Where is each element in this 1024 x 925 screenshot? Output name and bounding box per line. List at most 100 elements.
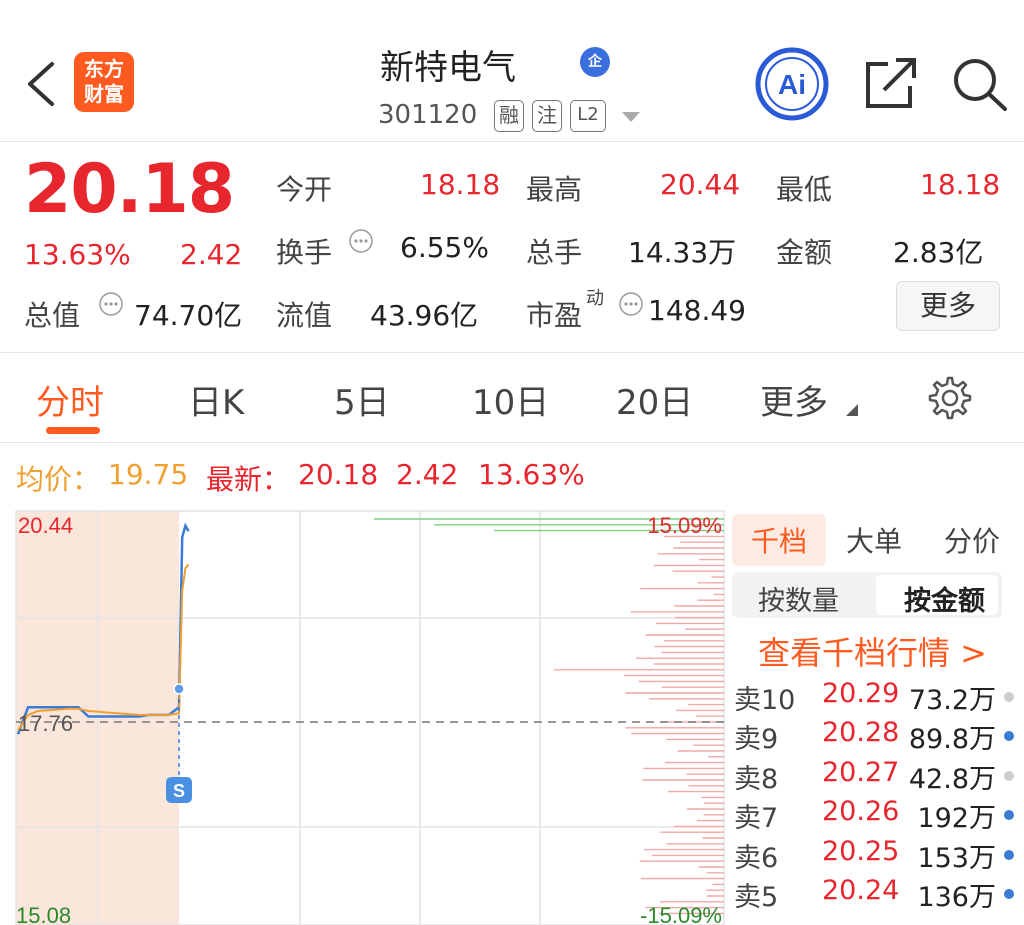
order-price: 20.26 bbox=[822, 796, 900, 828]
tab-5day[interactable]: 5日 bbox=[334, 375, 390, 424]
tag-level2[interactable]: L2 bbox=[570, 100, 606, 132]
order-volume: 89.8万 bbox=[908, 724, 996, 756]
enterprise-badge: 企 bbox=[580, 47, 610, 77]
stat-high-label: 最高 bbox=[526, 173, 583, 206]
tab-daily-k[interactable]: 日K bbox=[188, 375, 244, 424]
avg-price-value: 19.75 bbox=[108, 458, 189, 491]
stat-amount-label: 金额 bbox=[776, 236, 833, 269]
stat-low-value: 18.18 bbox=[920, 168, 1001, 201]
tag-registered[interactable]: 注 bbox=[532, 100, 562, 132]
status-dot bbox=[1004, 889, 1014, 899]
chevron-down-icon[interactable] bbox=[622, 112, 640, 122]
info-dots-icon[interactable] bbox=[98, 291, 124, 317]
stock-code: 301120 bbox=[378, 100, 478, 130]
search-icon[interactable] bbox=[950, 56, 1010, 112]
order-level: 卖10 bbox=[734, 685, 796, 716]
header-divider bbox=[0, 141, 1024, 142]
stat-market-cap-value: 74.70亿 bbox=[134, 299, 243, 332]
status-dot bbox=[1004, 692, 1014, 702]
change-amount: 2.42 bbox=[180, 238, 243, 271]
current-price: 20.18 bbox=[24, 150, 235, 229]
order-book-row[interactable]: 卖8 20.27 42.8万 bbox=[732, 757, 1024, 796]
y-mid-label: 17.76 bbox=[18, 711, 73, 736]
panel-tab-big-orders[interactable]: 大单 bbox=[834, 520, 914, 560]
order-price: 20.24 bbox=[822, 875, 900, 906]
order-volume: 153万 bbox=[917, 842, 996, 874]
y-bottom-label: 15.08 bbox=[16, 903, 71, 925]
stat-pe-value: 148.49 bbox=[648, 294, 746, 327]
order-price: 20.28 bbox=[822, 717, 900, 749]
order-volume: 136万 bbox=[917, 882, 996, 913]
stat-low-label: 最低 bbox=[776, 173, 833, 206]
gear-icon[interactable] bbox=[926, 374, 974, 422]
order-book-row[interactable]: 卖7 20.26 192万 bbox=[732, 796, 1024, 835]
order-book-row[interactable]: 卖10 20.29 73.2万 bbox=[732, 678, 1024, 717]
y-top-label: 20.44 bbox=[18, 513, 73, 538]
signal-marker-text: S bbox=[173, 781, 185, 801]
order-volume: 73.2万 bbox=[908, 685, 996, 716]
order-level: 卖6 bbox=[734, 842, 779, 874]
stat-volume-label: 总手 bbox=[526, 236, 583, 269]
status-dot bbox=[1004, 810, 1014, 821]
change-percent: 13.63% bbox=[24, 238, 131, 271]
order-price: 20.25 bbox=[822, 835, 900, 867]
quote-divider bbox=[0, 352, 1024, 353]
latest-label: 最新： bbox=[206, 463, 291, 496]
status-dot bbox=[1004, 770, 1014, 781]
order-price: 20.29 bbox=[822, 678, 900, 709]
stat-float-cap-value: 43.96亿 bbox=[370, 299, 479, 332]
tag-margin[interactable]: 融 bbox=[494, 100, 524, 132]
segment-by-quantity[interactable]: 按数量 bbox=[758, 579, 839, 618]
order-book-row[interactable]: 卖6 20.25 153万 bbox=[732, 836, 1024, 875]
stat-high-value: 20.44 bbox=[660, 168, 741, 201]
info-dots-icon[interactable] bbox=[618, 291, 644, 317]
stat-turnover-value: 6.55% bbox=[400, 231, 489, 264]
info-dots-icon[interactable] bbox=[348, 228, 374, 254]
panel-tab-depth[interactable]: 千档 bbox=[732, 520, 826, 560]
last-point-marker bbox=[173, 683, 185, 695]
stat-volume-value: 14.33万 bbox=[628, 236, 737, 269]
avg-price-label: 均价： bbox=[16, 463, 101, 496]
order-book-row[interactable]: 卖9 20.28 89.8万 bbox=[732, 717, 1024, 756]
order-level: 卖8 bbox=[734, 763, 779, 795]
order-volume: 42.8万 bbox=[908, 763, 996, 795]
order-level: 卖5 bbox=[734, 882, 779, 913]
latest-percent: 13.63% bbox=[478, 458, 585, 491]
stat-float-cap-label: 流值 bbox=[276, 299, 333, 332]
stat-open-value: 18.18 bbox=[420, 168, 501, 201]
order-level: 卖9 bbox=[734, 724, 779, 756]
more-stats-button[interactable]: 更多 bbox=[896, 281, 1000, 331]
status-dot bbox=[1004, 731, 1014, 742]
tab-20day[interactable]: 20日 bbox=[616, 375, 693, 424]
stat-amount-value: 2.83亿 bbox=[893, 236, 984, 269]
tab-more[interactable]: 更多 bbox=[760, 375, 828, 424]
pct-bottom-label: -15.09% bbox=[640, 903, 722, 925]
order-book-row[interactable]: 卖5 20.24 136万 bbox=[732, 875, 1024, 914]
order-price: 20.27 bbox=[822, 756, 900, 788]
stat-pe-label: 市盈 bbox=[526, 299, 583, 332]
active-tab-indicator bbox=[46, 427, 100, 434]
pct-top-label: 15.09% bbox=[647, 513, 722, 538]
tab-10day[interactable]: 10日 bbox=[472, 375, 549, 424]
view-depth-link[interactable]: 查看千档行情 > bbox=[758, 628, 987, 674]
corner-caret-icon bbox=[846, 404, 858, 416]
segment-by-amount[interactable]: 按金额 bbox=[904, 579, 985, 618]
back-arrow-icon[interactable] bbox=[22, 58, 60, 110]
ai-assistant-icon[interactable]: Ai bbox=[754, 46, 830, 122]
stat-open-label: 今开 bbox=[276, 173, 333, 206]
stat-pe-superscript: 动 bbox=[586, 288, 604, 309]
share-icon[interactable] bbox=[862, 56, 920, 112]
stat-market-cap-label: 总值 bbox=[24, 299, 81, 332]
latest-price: 20.18 bbox=[298, 458, 379, 491]
panel-tab-price-split[interactable]: 分价 bbox=[930, 520, 1014, 560]
svg-text:Ai: Ai bbox=[778, 69, 806, 100]
tabs-divider bbox=[0, 442, 1024, 443]
tab-intraday[interactable]: 分时 bbox=[36, 375, 104, 424]
order-level: 卖7 bbox=[734, 803, 779, 835]
order-volume: 192万 bbox=[917, 803, 996, 835]
intraday-chart[interactable]: 20.44 17.76 15.08 15.09% -15.09% S bbox=[0, 505, 726, 925]
status-dot bbox=[1004, 849, 1014, 860]
app-logo: 东方 财富 bbox=[74, 52, 134, 112]
stock-name: 新特电气 bbox=[380, 48, 516, 88]
stat-turnover-label: 换手 bbox=[276, 236, 333, 269]
